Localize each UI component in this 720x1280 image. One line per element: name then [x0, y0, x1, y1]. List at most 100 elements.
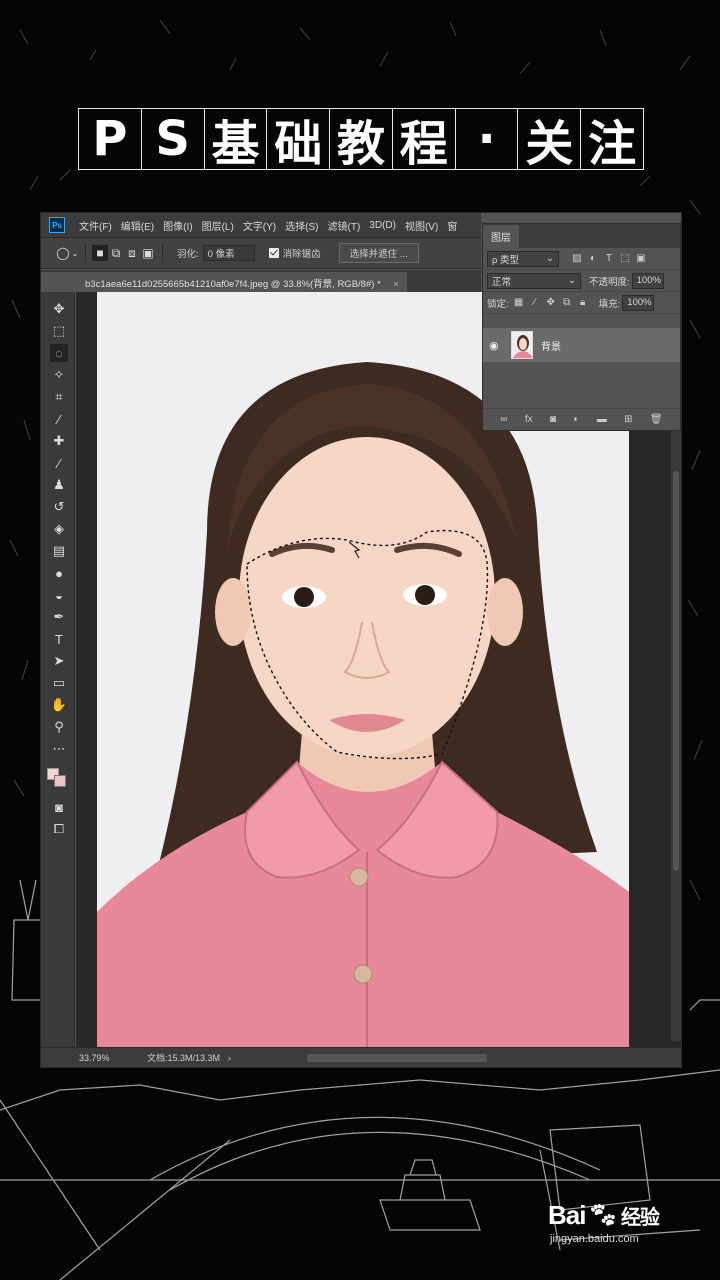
menu-bar: Ps 文件(F) 编辑(E) 图像(I) 图层(L) 文字(Y) 选择(S) 滤…: [41, 213, 481, 237]
intersect-selection-icon[interactable]: ▣: [140, 245, 156, 261]
layers-filter-row: ρ 类型 ⌄ ▨ ◐ T ⬚ ▣: [483, 248, 680, 270]
quick-mask-icon[interactable]: ◙: [50, 798, 68, 816]
blur-tool-icon[interactable]: ●: [50, 564, 68, 582]
lock-pixels-icon[interactable]: ∕: [529, 297, 541, 309]
hand-tool-icon[interactable]: ✋: [50, 696, 68, 714]
title-char: P: [78, 108, 141, 170]
trash-icon[interactable]: 🗑︎: [650, 414, 663, 425]
blend-mode-select[interactable]: 正常 ⌄: [487, 272, 581, 289]
eye-icon[interactable]: ◉: [489, 339, 505, 352]
menu-3d[interactable]: 3D(D): [369, 220, 396, 231]
path-selection-tool-icon[interactable]: ➤: [50, 652, 68, 670]
lasso-tool-icon[interactable]: ◌: [50, 344, 68, 362]
more-tools-icon[interactable]: ⋯: [50, 740, 68, 758]
lock-all-icon[interactable]: 🔒︎: [577, 297, 589, 309]
layer-thumbnail: [511, 331, 533, 359]
type-filter-icon[interactable]: T: [603, 253, 615, 265]
divider: [162, 243, 163, 263]
options-bar: ◯ ⌄ ■ ⧉ ⧈ ▣ 羽化: 0 像素 消除锯齿 选择并遮住 ...: [41, 237, 481, 269]
zoom-level[interactable]: 33.79%: [41, 1053, 111, 1063]
menu-filter[interactable]: 滤镜(T): [328, 218, 361, 233]
title-char: 教: [329, 108, 392, 172]
chevron-down-icon[interactable]: ⌄: [71, 245, 79, 261]
layer-filter-select[interactable]: ρ 类型 ⌄: [487, 250, 559, 267]
menu-view[interactable]: 视图(V): [405, 218, 438, 233]
feather-input[interactable]: 0 像素: [202, 245, 255, 261]
history-brush-tool-icon[interactable]: ↺: [50, 498, 68, 516]
crop-tool-icon[interactable]: ⌗: [50, 388, 68, 406]
close-icon[interactable]: ×: [393, 279, 399, 290]
chevron-down-icon: ⌄: [546, 253, 554, 264]
title-char: ·: [454, 108, 518, 170]
add-selection-icon[interactable]: ⧉: [108, 245, 124, 261]
zoom-tool-icon[interactable]: ⚲: [50, 718, 68, 736]
new-selection-icon[interactable]: ■: [92, 245, 108, 261]
lock-transparent-icon[interactable]: ▦: [513, 297, 525, 309]
menu-edit[interactable]: 编辑(E): [121, 218, 154, 233]
adjustment-filter-icon[interactable]: ◐: [587, 253, 599, 265]
folder-icon[interactable]: ▬: [597, 414, 607, 425]
title-char: 关: [517, 108, 581, 172]
lock-artboard-icon[interactable]: ⧉: [561, 297, 573, 309]
brush-tool-icon[interactable]: ∕: [50, 454, 68, 472]
tools-panel: ✥ ⬚ ◌ ✧ ⌗ ⁄ ✚ ∕ ♟ ↺ ◈ ▤ ● ◒ ✒ T ➤ ▭ ✋ ⚲ …: [41, 292, 75, 1047]
marquee-tool-icon[interactable]: ⬚: [50, 322, 68, 340]
opacity-input[interactable]: 100%: [631, 272, 664, 289]
move-tool-icon[interactable]: ✥: [50, 300, 68, 318]
select-and-mask-button[interactable]: 选择并遮住 ...: [338, 243, 419, 263]
menu-window[interactable]: 窗: [447, 218, 457, 233]
opacity-label: 不透明度:: [589, 276, 630, 288]
document-tab[interactable]: b3c1aea6e11d0255665b41210af0e7f4.jpeg @ …: [41, 272, 407, 292]
menu-layer[interactable]: 图层(L): [202, 218, 234, 233]
layer-thumbnail-image: [512, 332, 532, 358]
adjustment-icon[interactable]: ◐: [573, 414, 579, 425]
antialias-checkbox[interactable]: [268, 248, 279, 258]
vertical-scrollbar[interactable]: [671, 431, 681, 1041]
menu-image[interactable]: 图像(I): [163, 218, 192, 233]
dodge-tool-icon[interactable]: ◒: [50, 586, 68, 604]
magic-wand-tool-icon[interactable]: ✧: [50, 366, 68, 384]
document-size[interactable]: 文档:15.3M/13.3M: [147, 1051, 220, 1064]
layer-row-background[interactable]: ◉ 背景: [483, 328, 680, 362]
paw-icon: 🐾︎: [587, 1202, 617, 1229]
shape-filter-icon[interactable]: ⬚: [619, 253, 631, 265]
eraser-tool-icon[interactable]: ◈: [50, 520, 68, 538]
pen-tool-icon[interactable]: ✒: [50, 608, 68, 626]
feather-label: 羽化:: [177, 249, 199, 260]
fill-value: 100%: [627, 297, 652, 308]
pixel-filter-icon[interactable]: ▨: [571, 253, 583, 265]
eyedropper-tool-icon[interactable]: ⁄: [50, 410, 68, 428]
menu-select[interactable]: 选择(S): [285, 218, 318, 233]
link-icon[interactable]: ∞: [500, 414, 507, 425]
screen-mode-icon[interactable]: ⧠: [50, 820, 68, 838]
scroll-thumb[interactable]: [673, 471, 679, 871]
rectangle-tool-icon[interactable]: ▭: [50, 674, 68, 692]
gradient-tool-icon[interactable]: ▤: [50, 542, 68, 560]
fill-input[interactable]: 100%: [622, 294, 655, 311]
watermark-brand-suffix: 经验: [620, 1207, 660, 1229]
lasso-preset-icon[interactable]: ◯: [55, 245, 71, 261]
fx-icon[interactable]: fx: [525, 414, 533, 425]
title-char: S: [140, 108, 204, 170]
tab-layers[interactable]: 图层: [483, 225, 519, 248]
background-color-swatch[interactable]: [54, 775, 66, 787]
chevron-right-icon[interactable]: ›: [228, 1053, 231, 1063]
horizontal-scrollbar[interactable]: [307, 1053, 488, 1062]
photoshop-window: Ps 文件(F) 编辑(E) 图像(I) 图层(L) 文字(Y) 选择(S) 滤…: [40, 212, 682, 1068]
menu-file[interactable]: 文件(F): [79, 218, 112, 233]
subtract-selection-icon[interactable]: ⧈: [124, 245, 140, 261]
baidu-jingyan-watermark: Bai 🐾︎ 经验 jingyan.baidu.com: [548, 1200, 660, 1245]
lock-position-icon[interactable]: ✥: [545, 297, 557, 309]
blend-opacity-row: 正常 ⌄ 不透明度: 100%: [483, 270, 680, 292]
clone-stamp-tool-icon[interactable]: ♟: [50, 476, 68, 494]
mask-icon[interactable]: ◙: [550, 414, 556, 425]
layers-footer: ∞ fx ◙ ◐ ▬ ⊞ 🗑︎: [483, 408, 680, 430]
type-tool-icon[interactable]: T: [50, 630, 68, 648]
document-tab-title: b3c1aea6e11d0255665b41210af0e7f4.jpeg @ …: [85, 279, 381, 290]
healing-brush-tool-icon[interactable]: ✚: [50, 432, 68, 450]
title-char: 注: [580, 108, 645, 172]
new-layer-icon[interactable]: ⊞: [624, 414, 632, 425]
divider: [85, 243, 86, 263]
smart-object-filter-icon[interactable]: ▣: [635, 253, 647, 265]
menu-type[interactable]: 文字(Y): [243, 218, 276, 233]
